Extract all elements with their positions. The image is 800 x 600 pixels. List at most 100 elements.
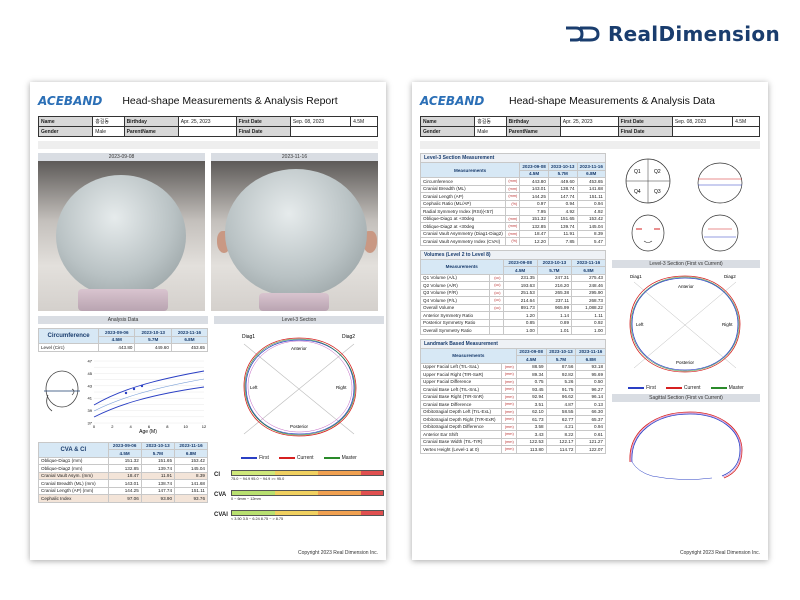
measurement-table: Measurements 2023-09-08 2023-10-13 2023-11-…	[419, 162, 607, 246]
row-label: Anterior Ear Shift	[419, 430, 503, 439]
circumference-table: Circumference 2023-09-06 2023-10-13 2023…	[37, 328, 209, 352]
analysis-header: Analysis Data	[38, 316, 208, 324]
head-scan	[56, 175, 186, 297]
row-label: Level (Circ)	[37, 343, 100, 352]
cell: 3.43	[515, 430, 547, 439]
cell: 66.30	[575, 407, 606, 416]
level3-header: Level-3 Section (First vs Current)	[612, 260, 760, 268]
cell: 141.68	[174, 479, 208, 488]
row-label: Anterior Symmetry Ratio	[420, 311, 490, 320]
cell: 251.53	[502, 288, 538, 297]
row-label: Cranial Length (AP) (mm)	[38, 486, 109, 495]
value: Apr. 25, 2023	[177, 116, 237, 127]
cell: 449.60	[547, 177, 578, 186]
face-side-icon	[701, 214, 739, 252]
divider	[38, 141, 378, 149]
row-label: Overall Symmetry Ratio	[420, 326, 490, 335]
legend-item: Master	[323, 455, 357, 461]
table-row: Anterior Ear Shift (mm) 3.43 8.22 0.61	[419, 430, 606, 439]
y-tick-label: 41	[88, 395, 93, 400]
cell: 214.64	[502, 296, 538, 305]
unit: (mm)	[505, 214, 521, 223]
table-row: Upper Facial Right (TrR-SaR) (mm) 89.34 92.…	[419, 370, 606, 379]
cell: 0.75	[515, 377, 547, 386]
circ-title: Circumference	[37, 328, 100, 344]
cell: 151.65	[547, 214, 578, 223]
value: 홍길동	[92, 116, 125, 127]
scale-range: 0 ~ 6mm ~ 12mm	[231, 496, 261, 501]
cell: 0.94	[575, 422, 606, 431]
row-label: Cranial Base Left (TrL-SnL)	[419, 385, 503, 394]
row-label: Circumference	[419, 177, 507, 186]
scale-ci: CI 75.0 ~ 94.9 95.0 ~ 94.9 >= 95.0	[214, 465, 384, 485]
patient-info-table: Name 홍길동 Birthday Apr. 25, 2023 First Da…	[37, 116, 379, 137]
label: Final Date	[235, 126, 291, 137]
cell: 4.92	[576, 207, 607, 216]
age: 4.5M	[502, 266, 538, 275]
row-label: Cranial Vault Asymmetry (Diag1-Diag2)	[419, 229, 507, 238]
value: Sep. 08, 2023	[289, 116, 352, 127]
table-row: Q2 Volume (A/R) (cc) 193.63 216.20 248.46	[420, 281, 606, 290]
cell: 58.55	[545, 407, 577, 416]
cell: 216.20	[536, 281, 573, 290]
label: Birthday	[505, 116, 561, 127]
head-photo-current	[211, 161, 378, 311]
date: 2023-10-13	[140, 441, 176, 450]
cell: 97.06	[107, 494, 142, 503]
date: 2023-09-06	[107, 441, 142, 450]
cell: 0.94	[576, 199, 607, 208]
measurement-point	[140, 384, 144, 387]
unit: (mm)	[505, 192, 521, 201]
table-row: Oblique-Diag1 (mm) 151.32 151.65 153.42	[38, 456, 208, 465]
cell: 139.74	[140, 464, 176, 473]
date: 2023-10-13	[536, 258, 573, 267]
row-label: Q2 Volume (A/R)	[420, 281, 490, 290]
cell: 65.37	[575, 415, 606, 424]
scale-cvai: CVAI < 3.50 3.5 ~ 6.24 8.75 ~ > 8.75	[214, 505, 384, 525]
label-anterior: Anterior	[291, 346, 307, 351]
row-label: Radial Symmetry Index (RSI)(<57)	[419, 207, 507, 216]
table-row: Cranial Length (AP) (mm) 144.25 147.74 151.1…	[419, 192, 607, 201]
label: ParentName	[505, 126, 561, 137]
cell: 4.87	[545, 400, 577, 409]
cell: 93.90	[140, 494, 176, 503]
copyright: Copyright 2023 Real Dimension Inc.	[679, 550, 760, 556]
table-row: Cranial Base Width (TrL-TrR) (mm) 122.53 12…	[419, 437, 606, 446]
scale-range: 75.0 ~ 94.9 95.0 ~ 94.9 >= 95.0	[231, 476, 285, 481]
x-tick-label: 0	[93, 424, 96, 429]
unit: (mm)	[505, 177, 521, 186]
table-row: Cranial Vault Asymmetry Index (CVAI) (%) 1…	[419, 237, 607, 246]
cell: 1.11	[571, 311, 606, 320]
legend-label: First	[259, 455, 269, 461]
legend-item: Master	[710, 385, 744, 391]
unit: (mm)	[501, 400, 517, 409]
value: Male	[92, 126, 125, 137]
date: 2023-09-08	[502, 258, 538, 267]
row-label: Q4 Volume (P/L)	[420, 296, 490, 305]
label: Name	[419, 116, 476, 127]
y-tick-label: 45	[88, 370, 93, 375]
column-header: Measurements	[420, 258, 504, 275]
helmet-collar	[259, 293, 329, 311]
cell: 122.07	[575, 445, 606, 454]
table-row: Q4 Volume (P/L) (cc) 214.64 237.11 268.73	[420, 296, 606, 305]
row-label: Cranial Vault Asymmetry Index (CVAI)	[419, 237, 507, 246]
age: 4.5M	[515, 355, 547, 364]
scale-label: CI	[214, 472, 220, 478]
cell: 4.92	[547, 207, 578, 216]
brand-header: RealDimension	[564, 22, 780, 46]
label: Gender	[419, 126, 476, 137]
cell: 8.39	[174, 471, 208, 480]
cell: 113.80	[515, 445, 547, 454]
cell: 5.26	[545, 377, 577, 386]
unit: (mm)	[501, 445, 517, 454]
legend-item: Current	[665, 385, 701, 391]
cell: 122.17	[545, 437, 577, 446]
table-row: Radial Symmetry Index (RSI)(<57) 7.95 4.92…	[419, 207, 607, 216]
row-label: Q1 Volume (A/L)	[420, 273, 490, 282]
y-tick-label: 43	[88, 383, 93, 388]
unit: (mm)	[501, 377, 517, 386]
label: Name	[37, 116, 94, 127]
report-sheet: ACEBAND Head-shape Measurements & Analys…	[30, 82, 386, 560]
cell: 231.35	[502, 273, 538, 282]
